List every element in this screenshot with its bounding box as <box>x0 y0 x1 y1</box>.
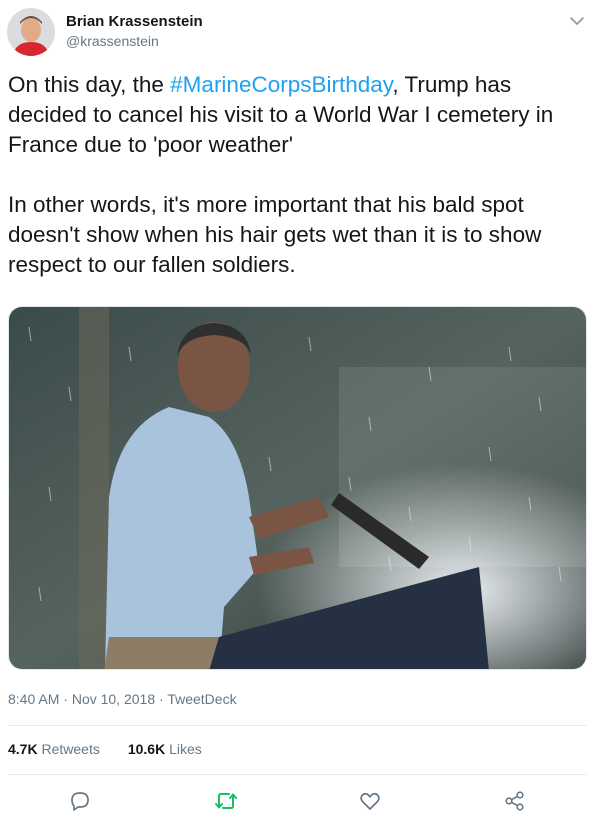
tweet-paragraph-1: On this day, the #MarineCorpsBirthday, T… <box>8 72 554 157</box>
user-name[interactable]: Brian Krassenstein <box>66 13 203 31</box>
tweet-source[interactable]: TweetDeck <box>167 691 236 707</box>
tweet-text: On this day, the #MarineCorpsBirthday, T… <box>8 70 588 280</box>
tweet-photo[interactable] <box>8 306 587 670</box>
divider <box>8 725 587 726</box>
chevron-down-icon[interactable] <box>569 14 585 28</box>
tweet-time[interactable]: 8:40 AM <box>8 691 59 707</box>
tweet-header: Brian Krassenstein @krassenstein <box>0 0 596 62</box>
hashtag-link[interactable]: #MarineCorpsBirthday <box>170 72 392 97</box>
tweet-timestamp: 8:40 AM · Nov 10, 2018 · TweetDeck <box>8 691 237 707</box>
tweet-paragraph-2: In other words, it's more important that… <box>8 192 542 277</box>
reply-icon[interactable] <box>67 788 93 814</box>
divider <box>8 774 587 775</box>
retweets-stat[interactable]: 4.7K Retweets <box>8 740 100 758</box>
user-handle[interactable]: @krassenstein <box>66 33 159 50</box>
tweet-actions <box>0 788 596 814</box>
retweet-icon[interactable] <box>213 788 239 814</box>
likes-stat[interactable]: 10.6K Likes <box>128 740 202 758</box>
like-icon[interactable] <box>357 788 383 814</box>
tweet-date[interactable]: Nov 10, 2018 <box>72 691 155 707</box>
tweet-stats: 4.7K Retweets 10.6K Likes <box>8 740 202 758</box>
share-icon[interactable] <box>502 788 528 814</box>
avatar[interactable] <box>7 8 55 56</box>
